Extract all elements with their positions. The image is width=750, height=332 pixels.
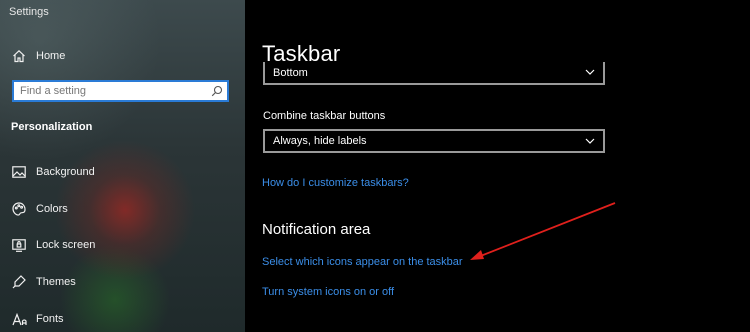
annotation-arrow <box>470 202 616 260</box>
